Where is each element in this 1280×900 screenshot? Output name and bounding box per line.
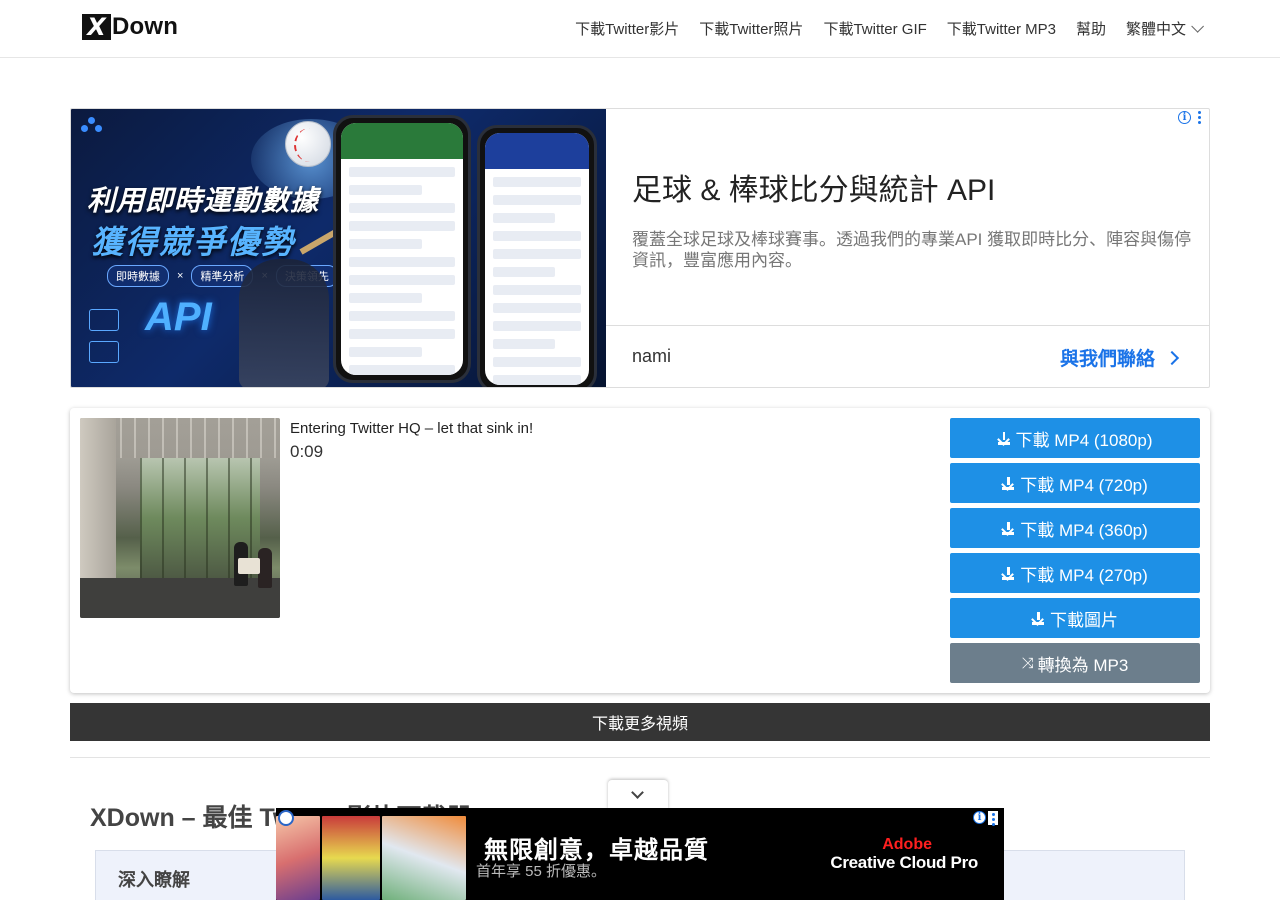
button-label: 下載 MP4 (360p) [1020,520,1148,540]
baseball-player-image [239,259,329,387]
download-icon [1002,566,1015,580]
nav-download-video[interactable]: 下載Twitter影片 [575,18,679,39]
ad-banner[interactable]: 利用即時運動數據 獲得競爭優勢 即時數據 × 精準分析 × 決策領先 API [70,108,1210,388]
video-duration: 0:09 [290,442,324,461]
ad-menu-icon[interactable] [1198,111,1202,126]
chevron-right-icon [1164,350,1180,365]
ad-collapse-toggle[interactable] [608,780,668,810]
ad-description: 覆蓋全球足球及棒球賽事。透過我們的專業API 獲取即時比分、陣容與傷停資訊，豐富… [632,230,1192,270]
convert-mp3-button[interactable]: ⤨ 轉換為 MP3 [950,643,1200,683]
download-image-button[interactable]: 下載圖片 [950,598,1200,638]
language-label: 繁體中文 [1125,21,1186,38]
learn-more-title: 深入瞭解 [118,870,190,890]
ad-footer: nami 與我們聯絡 [606,326,1209,387]
nav-download-mp3[interactable]: 下載Twitter MP3 [947,18,1056,39]
baseball-icon [285,121,331,167]
download-270p-button[interactable]: 下載 MP4 (270p) [950,553,1200,593]
ad-text-area[interactable]: 足球 & 棒球比分與統計 API 覆蓋全球足球及棒球賽事。透過我們的專業API … [606,109,1209,326]
ad-image-headline: 利用即時運動數據 [87,185,320,216]
ad-title[interactable]: 足球 & 棒球比分與統計 API [632,165,995,209]
download-icon [1032,611,1044,625]
logo-text: Down [112,13,179,40]
phone-mockup [477,125,597,387]
logo-mark: X [82,13,111,41]
ad-collage-image [276,816,466,900]
ad-image[interactable]: 利用即時運動數據 獲得競爭優勢 即時數據 × 精準分析 × 決策領先 API [71,109,606,387]
button-label: 下載 MP4 (270p) [1020,565,1148,585]
ad-info-icon[interactable]: i [1178,111,1191,124]
ad-menu-icon[interactable] [988,811,998,826]
download-icon [1002,476,1015,490]
download-buttons: 下載 MP4 (1080p) 下載 MP4 (720p) 下載 MP4 (360… [950,418,1200,688]
nav-download-photo[interactable]: 下載Twitter照片 [699,18,803,39]
nav-help[interactable]: 幫助 [1076,18,1106,39]
nav-download-gif[interactable]: 下載Twitter GIF [823,18,926,39]
language-select[interactable]: 繁體中文 [1125,18,1204,39]
ad-contact-button[interactable]: 與我們聯絡 [1059,344,1180,371]
chevron-down-icon [1191,20,1204,33]
phone-mockup [333,115,471,383]
ad-badge-icon [278,810,294,826]
shuffle-icon: ⤨ [1021,654,1034,672]
button-label: 轉換為 MP3 [1037,655,1129,675]
bottom-ad-subtext: 首年享 55 折優惠。 [476,863,607,880]
download-more-button[interactable]: 下載更多視頻 [70,703,1210,741]
code-chart-icons [89,309,123,369]
ad-contact-label: 與我們聯絡 [1059,349,1155,370]
button-label: 下載 MP4 (1080p) [1015,430,1153,450]
video-thumbnail [80,418,280,618]
site-logo[interactable]: X Down [82,13,179,41]
video-title: Entering Twitter HQ – let that sink in! [290,420,534,437]
button-label: 下載圖片 [1050,610,1118,630]
ad-info-icon[interactable]: i [973,811,986,824]
button-label: 下載 MP4 (720p) [1020,475,1148,495]
download-360p-button[interactable]: 下載 MP4 (360p) [950,508,1200,548]
download-1080p-button[interactable]: 下載 MP4 (1080p) [950,418,1200,458]
main-nav: 下載Twitter影片 下載Twitter照片 下載Twitter GIF 下載… [575,18,1204,39]
bottom-ad-brand: Adobe [882,836,932,853]
ad-image-subheadline: 獲得競爭優勢 [91,224,296,260]
ad-tag: 即時數據 [107,265,169,287]
sticky-bottom-ad[interactable]: 無限創意，卓越品質 首年享 55 折優惠。 Adobe Creative Clo… [276,808,1004,900]
download-icon [997,431,1010,445]
chevron-down-icon [631,786,644,799]
download-720p-button[interactable]: 下載 MP4 (720p) [950,463,1200,503]
download-icon [1002,521,1015,535]
ad-image-api-text: API [145,295,212,339]
divider [70,757,1210,758]
video-result-card: Entering Twitter HQ – let that sink in! … [70,408,1210,693]
bottom-ad-product: Creative Cloud Pro [830,853,978,872]
site-header: X Down 下載Twitter影片 下載Twitter照片 下載Twitter… [0,0,1280,58]
ad-brand: nami [632,346,672,366]
ad-logo-icon [81,117,103,133]
